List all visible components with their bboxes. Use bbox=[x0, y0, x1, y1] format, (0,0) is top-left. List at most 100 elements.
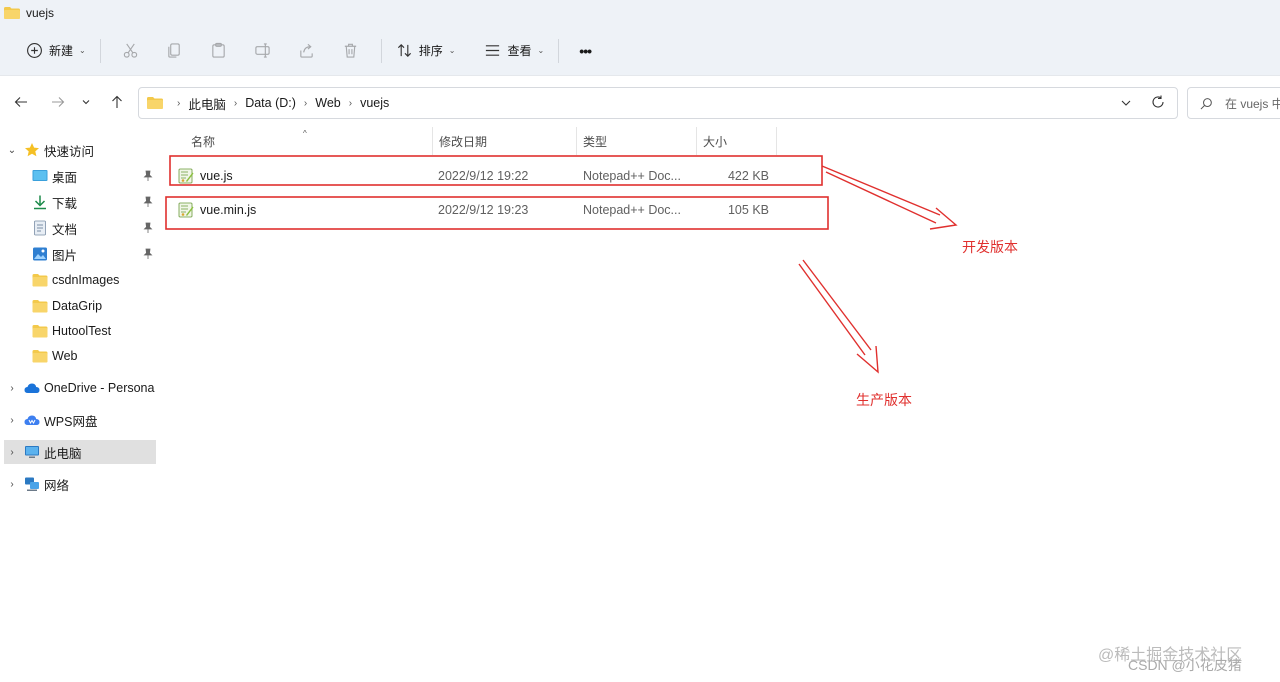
sidebar-item-pictures[interactable]: 图片 bbox=[0, 242, 160, 266]
folder-icon bbox=[4, 7, 20, 19]
file-date: 2022/9/12 19:22 bbox=[438, 169, 529, 183]
sidebar-item-web[interactable]: Web bbox=[0, 344, 160, 368]
notepad-plus-plus-file-icon bbox=[178, 168, 194, 184]
view-list-icon bbox=[486, 45, 500, 56]
sidebar-item-hutooltest[interactable]: HutoolTest bbox=[0, 319, 160, 343]
paste-button[interactable] bbox=[197, 35, 241, 67]
sidebar-item-this-pc[interactable]: › 此电脑 bbox=[4, 440, 156, 464]
sidebar-item-label: WPS网盘 bbox=[44, 414, 98, 429]
new-button[interactable]: 新建 ⌄ bbox=[20, 35, 92, 67]
more-button[interactable]: ••• bbox=[567, 35, 603, 67]
file-row[interactable]: vue.js 2022/9/12 19:22 Notepad++ Doc... … bbox=[175, 163, 775, 189]
share-button[interactable] bbox=[285, 35, 329, 67]
column-header-type[interactable]: 类型 bbox=[577, 127, 697, 155]
arrow-right-icon bbox=[52, 97, 65, 107]
toolbar-divider bbox=[99, 38, 101, 63]
file-row[interactable]: vue.min.js 2022/9/12 19:23 Notepad++ Doc… bbox=[175, 197, 775, 223]
pin-icon[interactable] bbox=[142, 222, 154, 234]
sidebar-item-label: 文档 bbox=[52, 222, 78, 237]
sidebar-item-label: OneDrive - Persona bbox=[44, 381, 155, 395]
pin-icon[interactable] bbox=[142, 170, 154, 182]
notepad-plus-plus-file-icon bbox=[178, 202, 194, 218]
chevron-right-icon[interactable]: › bbox=[4, 447, 20, 458]
column-header-size[interactable]: 大小 bbox=[697, 127, 777, 155]
sidebar-item-label: HutoolTest bbox=[52, 324, 112, 338]
wps-cloud-icon bbox=[24, 415, 40, 425]
recent-locations-button[interactable] bbox=[74, 87, 98, 117]
annotation-label-dev: 开发版本 bbox=[962, 239, 1018, 255]
sidebar-item-network[interactable]: › 网络 bbox=[0, 472, 160, 496]
chevron-down-icon[interactable]: ⌄ bbox=[4, 145, 20, 156]
network-icon bbox=[25, 477, 39, 491]
sort-button[interactable]: 排序 ⌄ bbox=[390, 35, 462, 67]
breadcrumb-this-pc[interactable]: 此电脑 bbox=[188, 94, 226, 113]
forward-button[interactable] bbox=[43, 87, 73, 117]
sidebar-item-downloads[interactable]: 下载 bbox=[0, 190, 160, 214]
file-size: 422 KB bbox=[727, 169, 769, 183]
pin-icon[interactable] bbox=[142, 196, 154, 208]
sidebar-item-datagrip[interactable]: DataGrip bbox=[0, 294, 160, 318]
chevron-down-icon: ⌄ bbox=[79, 46, 86, 55]
sort-icon bbox=[397, 44, 411, 57]
column-header-name[interactable]: 名称 bbox=[185, 127, 433, 155]
chevron-right-icon[interactable]: › bbox=[4, 479, 20, 490]
navigation-pane: ⌄ 快速访问 桌面 下载 文档 图片 csdnImages DataGrip H… bbox=[0, 132, 160, 682]
file-date: 2022/9/12 19:23 bbox=[438, 203, 529, 217]
back-button[interactable] bbox=[6, 87, 36, 117]
view-button[interactable]: 查看 ⌄ bbox=[478, 35, 550, 67]
sidebar-item-quick-access[interactable]: ⌄ 快速访问 bbox=[0, 138, 160, 162]
view-label: 查看 bbox=[507, 44, 532, 58]
cloud-icon bbox=[24, 383, 40, 393]
search-box[interactable]: 在 vuejs 中 bbox=[1187, 87, 1280, 119]
chevron-down-icon bbox=[82, 100, 90, 105]
window-title: vuejs bbox=[26, 6, 55, 20]
address-history-chevron-icon[interactable] bbox=[1119, 96, 1133, 110]
chevron-right-icon[interactable]: › bbox=[4, 383, 20, 394]
sidebar-item-desktop[interactable]: 桌面 bbox=[0, 164, 160, 188]
annotation-label-prod: 生产版本 bbox=[856, 392, 912, 408]
sidebar-item-documents[interactable]: 文档 bbox=[0, 216, 160, 240]
column-header-date[interactable]: 修改日期 bbox=[433, 127, 577, 155]
toolbar-divider bbox=[558, 38, 560, 63]
breadcrumb-chevron-icon: › bbox=[303, 97, 308, 109]
computer-icon bbox=[25, 446, 39, 458]
pin-icon[interactable] bbox=[142, 248, 154, 260]
copy-button[interactable] bbox=[153, 35, 197, 67]
delete-button[interactable] bbox=[329, 35, 373, 67]
chevron-right-icon[interactable]: › bbox=[4, 415, 20, 426]
new-label: 新建 bbox=[49, 44, 74, 58]
file-name-cell: vue.min.js bbox=[178, 197, 256, 223]
trash-icon bbox=[345, 43, 357, 58]
picture-icon bbox=[33, 247, 47, 261]
rename-icon bbox=[255, 43, 270, 58]
rename-button[interactable] bbox=[241, 35, 285, 67]
search-placeholder: 在 vuejs 中 bbox=[1225, 96, 1280, 111]
sidebar-item-wps[interactable]: › WPS网盘 bbox=[0, 408, 160, 432]
file-list: ^ 名称 修改日期 类型 大小 vue.js 2022/9/12 19:22 N… bbox=[165, 127, 1280, 682]
sidebar-item-label: 快速访问 bbox=[44, 144, 95, 159]
more-dots-icon: ••• bbox=[579, 42, 592, 59]
up-button[interactable] bbox=[102, 87, 132, 117]
refresh-button[interactable] bbox=[1143, 87, 1173, 117]
address-bar[interactable]: › 此电脑 › Data (D:) › Web › vuejs bbox=[138, 87, 1178, 119]
sort-label: 排序 bbox=[418, 44, 443, 58]
folder-icon bbox=[147, 97, 163, 109]
plus-circle-icon bbox=[27, 43, 42, 58]
folder-icon bbox=[32, 274, 48, 287]
sidebar-item-label: 图片 bbox=[52, 248, 78, 263]
breadcrumb-data-drive[interactable]: Data (D:) bbox=[245, 96, 296, 110]
sidebar-item-onedrive[interactable]: › OneDrive - Persona bbox=[0, 376, 160, 400]
breadcrumb-chevron-icon: › bbox=[348, 97, 353, 109]
download-icon bbox=[34, 195, 46, 210]
clipboard-icon bbox=[212, 42, 225, 58]
scissors-icon bbox=[124, 43, 138, 58]
breadcrumb-vuejs[interactable]: vuejs bbox=[360, 96, 389, 110]
breadcrumb-web[interactable]: Web bbox=[315, 96, 340, 110]
sidebar-item-csdnimages[interactable]: csdnImages bbox=[0, 268, 160, 292]
column-header-label: 类型 bbox=[583, 134, 608, 149]
refresh-icon bbox=[1152, 95, 1164, 108]
file-size: 105 KB bbox=[727, 203, 769, 217]
sidebar-item-label: 网络 bbox=[44, 478, 70, 493]
chevron-down-icon: ⌄ bbox=[537, 46, 545, 55]
cut-button[interactable] bbox=[109, 35, 153, 67]
